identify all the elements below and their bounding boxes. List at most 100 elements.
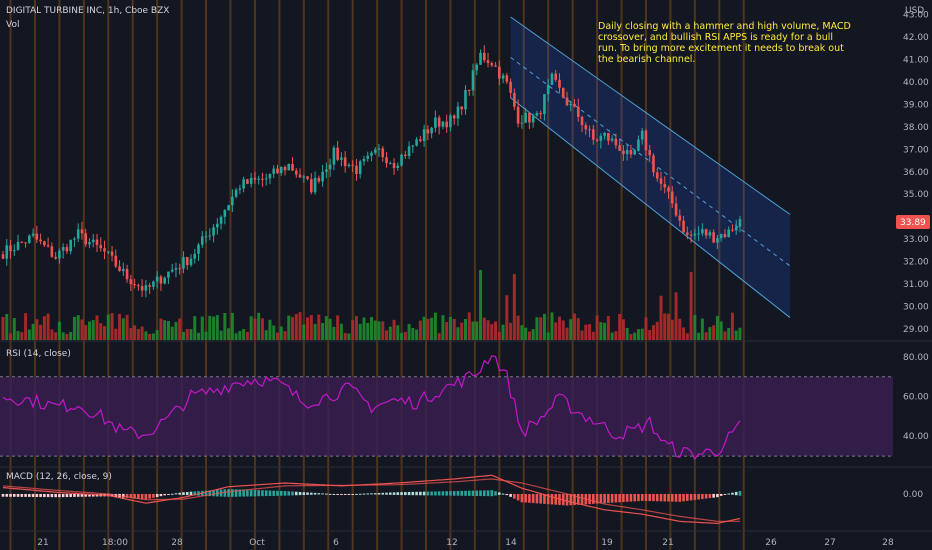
candle-body bbox=[306, 176, 309, 180]
volume-bar bbox=[400, 332, 404, 340]
macd-histogram-bar bbox=[276, 490, 279, 496]
macd-histogram-bar bbox=[317, 493, 321, 495]
volume-bar bbox=[377, 321, 381, 340]
volume-bar bbox=[471, 321, 475, 340]
rsi-band bbox=[0, 376, 893, 457]
macd-histogram-bar bbox=[373, 493, 377, 495]
macd-histogram-bar bbox=[343, 493, 347, 495]
volume-bar bbox=[482, 317, 486, 340]
candle-body bbox=[404, 154, 407, 157]
macd-histogram-bar bbox=[419, 491, 422, 496]
candle-body bbox=[140, 286, 144, 291]
volume-bar bbox=[501, 324, 505, 340]
price-tick-label: 32.00 bbox=[903, 257, 929, 267]
macd-histogram-bar bbox=[279, 490, 283, 496]
candle-body bbox=[407, 146, 411, 157]
candle-body bbox=[663, 183, 667, 188]
candle-body bbox=[234, 189, 238, 197]
volume-bar bbox=[46, 313, 50, 340]
volume-bar bbox=[279, 326, 283, 340]
candle-body bbox=[212, 227, 215, 236]
candle-body bbox=[347, 164, 351, 167]
candle-body bbox=[392, 163, 396, 169]
candle-body bbox=[152, 281, 155, 287]
macd-histogram-bar bbox=[580, 493, 584, 505]
candle-body bbox=[174, 268, 178, 270]
candle-body bbox=[1, 254, 5, 259]
rsi-title: RSI (14, close) bbox=[6, 349, 71, 359]
macd-histogram-bar bbox=[28, 493, 31, 497]
candle-body bbox=[704, 229, 708, 236]
macd-histogram-bar bbox=[163, 493, 166, 496]
candle-body bbox=[712, 232, 715, 243]
price-tick-label: 38.00 bbox=[903, 123, 929, 133]
volume-bar bbox=[651, 325, 655, 340]
volume-bar bbox=[734, 330, 738, 340]
volume-bar bbox=[16, 331, 20, 340]
macd-histogram-bar bbox=[716, 493, 719, 498]
macd-histogram-bar bbox=[332, 493, 336, 495]
macd-histogram-bar bbox=[708, 493, 712, 499]
volume-bar bbox=[509, 322, 513, 340]
volume-bar bbox=[5, 313, 9, 340]
volume-bar bbox=[565, 327, 569, 340]
currency-label: USD bbox=[905, 6, 924, 16]
volume-bar bbox=[738, 327, 742, 340]
macd-histogram-bar bbox=[1, 493, 5, 497]
candle-body bbox=[204, 236, 208, 238]
volume-bar bbox=[275, 332, 279, 340]
macd-histogram-bar bbox=[719, 493, 723, 496]
volume-bar bbox=[715, 315, 719, 340]
time-tick-label: 26 bbox=[765, 538, 777, 548]
macd-histogram-bar bbox=[170, 493, 174, 495]
macd-histogram-bar bbox=[712, 493, 715, 498]
candle-body bbox=[610, 138, 614, 141]
candle-body bbox=[294, 170, 298, 175]
volume-bar bbox=[35, 319, 39, 340]
candle-body bbox=[5, 245, 9, 259]
volume-bar bbox=[682, 327, 686, 340]
volume-bar bbox=[204, 331, 208, 340]
candle-body bbox=[573, 103, 576, 107]
candle-body bbox=[708, 232, 712, 236]
volume-bar bbox=[388, 326, 392, 340]
macd-histogram-bar bbox=[467, 490, 471, 496]
volume-bar bbox=[539, 317, 543, 340]
candle-body bbox=[633, 150, 636, 155]
price-tick-label: 36.00 bbox=[903, 168, 929, 178]
macd-histogram-bar bbox=[437, 491, 441, 496]
candle-body bbox=[490, 63, 494, 66]
volume-bar bbox=[426, 318, 430, 340]
macd-histogram-bar bbox=[61, 493, 65, 498]
candle-body bbox=[16, 241, 20, 251]
candle-body bbox=[328, 164, 332, 170]
candle-body bbox=[91, 239, 95, 243]
candle-body bbox=[358, 161, 362, 174]
macd-histogram-bar bbox=[16, 493, 20, 497]
macd-histogram-bar bbox=[670, 493, 674, 502]
volume-bar bbox=[339, 323, 343, 340]
candle-body bbox=[430, 127, 433, 134]
time-tick-label: 12 bbox=[446, 538, 457, 548]
candle-body bbox=[456, 106, 460, 119]
volume-bar bbox=[441, 315, 445, 340]
time-tick-label: 21 bbox=[37, 538, 48, 548]
macd-histogram-bar bbox=[227, 489, 230, 497]
candle-body bbox=[539, 113, 542, 115]
candle-body bbox=[637, 139, 640, 151]
candle-body bbox=[200, 236, 204, 245]
macd-histogram-bar bbox=[535, 493, 539, 504]
annotation-line-2: crossover, and bullish RSI APPS is ready… bbox=[598, 32, 833, 43]
candle-body bbox=[99, 245, 103, 249]
macd-histogram-bar bbox=[554, 493, 558, 505]
candle-body bbox=[129, 279, 133, 285]
candle-body bbox=[670, 191, 674, 204]
macd-histogram-bar bbox=[565, 493, 569, 506]
candle-body bbox=[520, 122, 524, 124]
candle-body bbox=[479, 52, 482, 65]
candle-body bbox=[422, 129, 426, 142]
macd-histogram-bar bbox=[456, 490, 460, 496]
candle-body bbox=[546, 84, 550, 95]
time-tick-label: 14 bbox=[505, 538, 517, 548]
macd-histogram-bar bbox=[370, 493, 373, 495]
